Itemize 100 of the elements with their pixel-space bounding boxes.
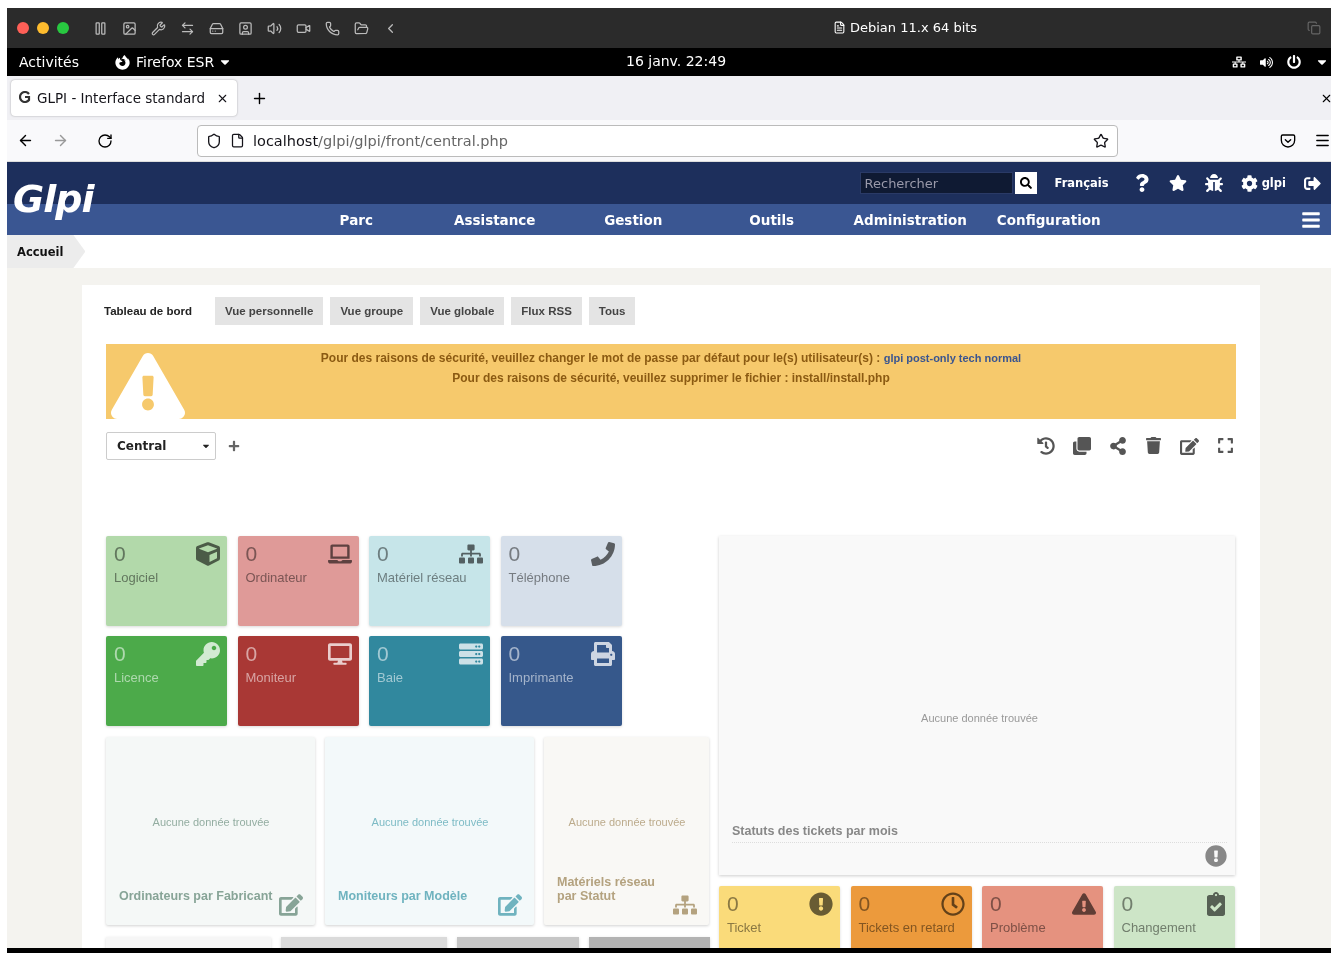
menu-item[interactable]: Administration [841,211,980,228]
users-link[interactable]: glpi post-only tech normal [883,352,1022,364]
gear-icon[interactable] [1240,174,1258,192]
empty-message: Aucune donnée trouvée [371,816,489,828]
wrench-icon[interactable] [151,20,166,36]
screenshot-icon[interactable] [122,20,137,36]
activities-button[interactable]: Activités [19,54,79,70]
tab[interactable]: Vue groupe [330,297,414,325]
zoom-light[interactable] [57,22,69,34]
tile-count: 0 [245,642,258,666]
tab[interactable]: Flux RSS [511,297,582,325]
tile-label: Logiciel [114,570,159,585]
tile-label: Tickets en retard [858,920,955,935]
laptop-icon [327,542,352,566]
menu-icon[interactable] [1314,132,1331,149]
breadcrumb-item[interactable]: Accueil [7,235,86,268]
add-icon[interactable] [228,440,240,452]
user-icon[interactable] [238,20,253,36]
app-menu[interactable]: Firefox ESR [136,54,215,70]
monitor-icon [327,642,352,666]
copy-icon[interactable] [1307,21,1321,35]
glpi-logo[interactable]: Glpi [7,162,287,235]
firefox-icon [115,54,130,70]
pause-icon[interactable] [93,20,108,36]
drive-icon[interactable] [209,20,224,36]
warning-icon [1072,892,1096,916]
user-menu[interactable]: glpi [1261,176,1286,190]
forward-icon[interactable] [52,132,69,149]
tile-count: 0 [377,642,389,666]
window-title: Debian 11.x 64 bits [833,20,978,35]
tile-count: 0 [114,642,126,666]
network-icon [459,542,483,566]
menu-item[interactable]: Gestion [564,211,703,228]
volume-icon[interactable] [1260,55,1273,69]
tile-count: 0 [114,542,126,566]
tab[interactable]: Tous [588,297,636,325]
tab[interactable]: Tableau de bord [104,297,208,325]
trash-icon[interactable] [1145,436,1162,456]
logout-icon[interactable] [1304,174,1321,192]
search-field[interactable]: Rechercher [859,172,1013,194]
tab[interactable]: Vue globale [420,297,505,325]
language-link[interactable]: Français [1054,176,1109,190]
tile-label: Moniteur [245,670,297,685]
back-icon[interactable] [17,132,34,149]
exclamation-icon [809,892,833,916]
fullscreen-icon[interactable] [1217,436,1234,456]
pocket-icon[interactable] [1280,132,1296,149]
tile-count: 0 [508,542,521,566]
tile-label: Ticket [727,920,762,935]
tile-label: Baie [377,670,404,685]
phone-icon[interactable] [325,20,340,36]
menu-icon[interactable] [1301,209,1321,230]
tile-label: Licence [114,670,159,685]
shield-icon [206,132,222,149]
clock-icon [940,892,965,916]
arrows-icon[interactable] [180,20,195,36]
tile-count: 0 [377,542,389,566]
url-text: localhost/glpi/glpi/front/central.php [253,132,508,149]
glpi-favicon-icon [19,90,31,106]
warning-text: Pour des raisons de sécurité, veuillez supprimer le fichier : install/install.php [452,371,890,385]
bookmark-star-icon[interactable] [1093,132,1109,149]
menu-item[interactable]: Parc [287,211,426,228]
tile-label: Téléphone [508,570,570,585]
dashboard-select[interactable]: Central [106,432,216,460]
menu-item[interactable]: Assistance [425,211,564,228]
tile-count: 0 [508,642,521,666]
tile-label: Ordinateur [245,570,307,585]
star-icon[interactable] [1168,174,1187,192]
url-field[interactable]: localhost/glpi/glpi/front/central.php [197,124,1118,157]
network-icon[interactable] [1232,55,1246,69]
exclamation-icon[interactable] [1205,845,1227,867]
close-light[interactable] [17,22,29,34]
power-icon[interactable] [1287,55,1301,69]
menu-item[interactable]: Outils [702,211,841,228]
phone-icon [590,542,615,566]
speaker-icon[interactable] [267,20,282,36]
reload-icon[interactable] [97,132,113,149]
tile-label: Problème [990,920,1046,935]
minimize-light[interactable] [37,22,49,34]
cube-icon [196,542,220,566]
empty-message: Aucune donnée trouvée [152,816,270,828]
chart-title: Statuts des tickets par mois [732,824,1227,843]
browser-tab[interactable]: GLPI - Interface standard [11,80,237,116]
folder-icon[interactable] [354,20,369,36]
chart-title: Matériels réseau par Statut [557,875,656,905]
share-icon[interactable] [1109,436,1127,456]
document-icon [833,21,846,34]
printer-icon [590,642,615,666]
edit-icon[interactable] [1180,436,1199,456]
clone-icon[interactable] [1073,436,1091,456]
menu-item[interactable]: Configuration [979,211,1118,228]
tab[interactable]: Vue personnelle [214,297,324,325]
tile-count: 0 [727,892,739,916]
tile-count: 0 [990,892,1002,916]
search-icon [1019,177,1032,189]
tile-count: 0 [245,542,258,566]
bug-icon[interactable] [1204,174,1223,192]
history-icon[interactable] [1037,436,1055,456]
search-button[interactable] [1014,172,1037,194]
clock[interactable]: 16 janv. 22:49 [626,53,727,69]
